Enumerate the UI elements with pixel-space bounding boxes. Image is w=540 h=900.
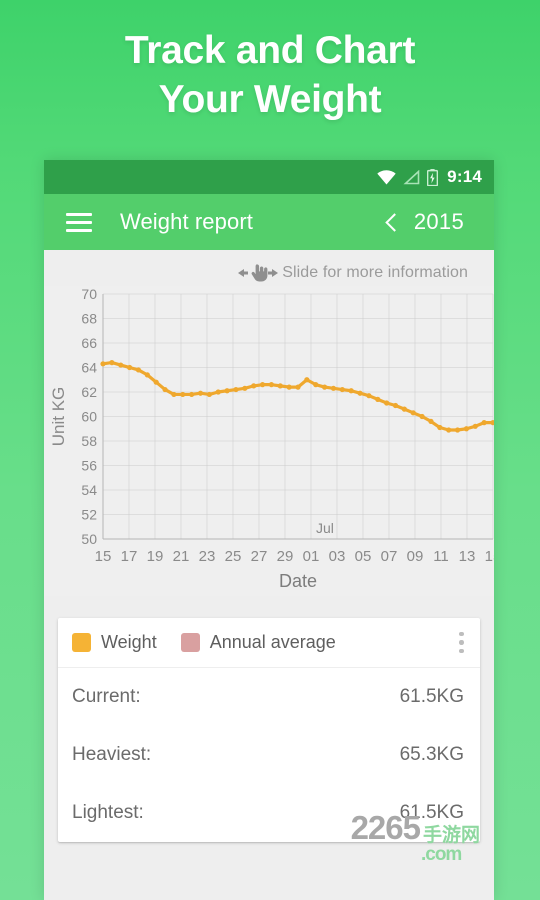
chart-svg: 50 52 54 56 58 60 62 64 66 68 70 15 17 19 21 23 25 27 29 01… [44,286,494,596]
svg-text:13: 13 [459,548,476,565]
stat-row-heaviest: Heaviest: 65.3KG [58,726,480,784]
summary-card: Weight Annual average Current: 61.5KG He… [58,618,480,842]
svg-text:52: 52 [81,507,97,523]
svg-text:01: 01 [303,548,320,565]
svg-text:15: 15 [95,548,112,565]
svg-text:50: 50 [81,531,97,547]
svg-text:Jul: Jul [316,520,334,536]
promo-line-2: Your Weight [158,78,382,121]
hamburger-menu-icon[interactable] [66,212,92,232]
stat-value-heaviest: 65.3KG [399,744,464,765]
legend-swatch-weight [72,633,91,652]
stat-label-current: Current: [72,686,141,707]
svg-text:07: 07 [381,548,398,565]
stat-label-lightest: Lightest: [72,802,144,823]
svg-text:64: 64 [81,360,97,376]
slide-hint-text: Slide for more information [282,264,468,281]
status-bar: 9:14 [44,160,494,194]
stat-value-lightest: 61.5KG [399,802,464,823]
svg-text:25: 25 [225,548,242,565]
svg-text:09: 09 [407,548,424,565]
svg-text:23: 23 [199,548,216,565]
stat-row-current: Current: 61.5KG [58,668,480,726]
chart-region: Slide for more information 50 52 54 56 58 60 6… [44,250,494,602]
svg-text:62: 62 [81,384,97,400]
svg-text:19: 19 [147,548,164,565]
status-bar-time: 9:14 [447,167,482,186]
svg-text:15: 15 [485,548,494,565]
legend-label-weight: Weight [101,632,157,652]
svg-text:66: 66 [81,335,97,351]
stat-value-current: 61.5KG [399,686,464,707]
stat-label-heaviest: Heaviest: [72,744,152,765]
stat-row-lightest: Lightest: 61.5KG [58,784,480,842]
svg-text:17: 17 [121,548,138,565]
watermark-dotcom: .com [420,844,462,865]
more-vertical-icon[interactable] [459,631,466,654]
svg-text:68: 68 [81,311,97,327]
signal-icon [403,169,420,184]
phone-screen: 9:14 Weight report 2015 Slide for more i… [44,160,494,900]
promo-headline: Track and Chart Your Weight [0,26,540,124]
svg-text:29: 29 [277,548,294,565]
svg-text:54: 54 [81,482,97,498]
svg-text:70: 70 [81,286,97,302]
svg-text:60: 60 [81,409,97,425]
swipe-hand-icon [238,264,279,282]
svg-text:11: 11 [433,548,449,565]
svg-text:Date: Date [279,571,317,591]
svg-text:56: 56 [81,458,97,474]
legend-label-annual-average: Annual average [209,632,336,652]
svg-text:21: 21 [173,548,190,565]
year-label: 2015 [413,209,464,234]
svg-text:03: 03 [329,548,346,565]
chart-legend: Weight Annual average [58,618,480,668]
svg-text:Unit KG: Unit KG [49,387,68,447]
promo-line-1: Track and Chart [124,29,416,72]
slide-hint: Slide for more information [44,260,494,286]
legend-swatch-annual-average [180,633,200,652]
svg-text:58: 58 [81,433,97,449]
app-bar: Weight report 2015 [44,194,494,250]
wifi-icon [377,169,396,184]
battery-charging-icon [427,168,439,186]
svg-text:05: 05 [355,548,372,565]
weight-chart[interactable]: 50 52 54 56 58 60 62 64 66 68 70 15 17 19 21 23 25 27 29 01… [44,286,494,596]
chevron-left-icon[interactable] [385,212,404,232]
page-title: Weight report [120,209,253,234]
year-selector[interactable]: 2015 [385,209,476,235]
svg-text:27: 27 [251,548,268,565]
